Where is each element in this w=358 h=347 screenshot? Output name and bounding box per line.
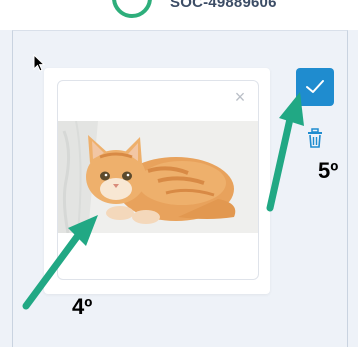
image-card: × <box>44 68 270 294</box>
annotation-label-5: 5º <box>318 158 339 183</box>
status-badge <box>112 0 152 18</box>
kitten-illustration <box>58 121 258 233</box>
trash-icon[interactable] <box>306 128 324 148</box>
screenshot-canvas: SOC-49889606 × 5º 4º <box>0 0 358 347</box>
check-icon <box>306 80 324 93</box>
image-frame: × <box>57 80 259 280</box>
record-header: SOC-49889606 <box>0 0 358 30</box>
close-icon[interactable]: × <box>230 87 250 107</box>
annotation-label-4: 4º <box>72 294 93 319</box>
select-checkbox[interactable] <box>296 68 334 106</box>
record-code: SOC-49889606 <box>170 0 277 11</box>
kitten-photo[interactable] <box>58 121 258 233</box>
